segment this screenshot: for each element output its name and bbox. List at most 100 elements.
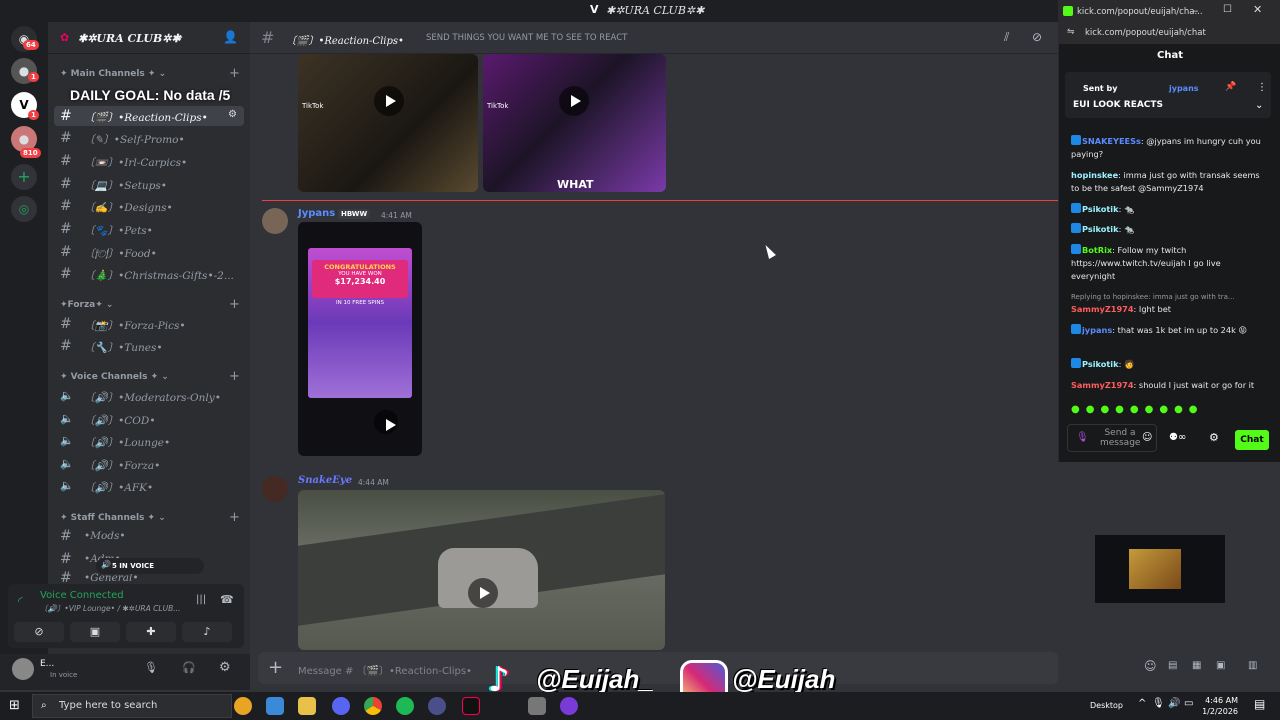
taskbar-clock[interactable]: 4:46 AM 1/2/2026: [1196, 695, 1238, 717]
pin-icon[interactable]: 📌: [1225, 82, 1236, 92]
discover-icon[interactable]: ◎: [11, 196, 37, 222]
user-settings-gear-icon[interactable]: ⚙: [219, 660, 231, 675]
video-attachment[interactable]: TikTok: [298, 54, 478, 192]
tray-chevron-icon[interactable]: ^: [1138, 698, 1146, 709]
disconnect-icon[interactable]: ☎: [220, 593, 234, 606]
kick-url[interactable]: kick.com/popout/euijah/chat: [1085, 28, 1206, 38]
stream-preview-thumbnail[interactable]: [1094, 534, 1226, 604]
create-channel-icon[interactable]: +: [229, 510, 240, 525]
discord-taskbar-icon[interactable]: [332, 697, 350, 715]
message-composer[interactable]: + Message # 〔🎬〕•Reaction-Clips• ☺ ▤ ▦ ▣ …: [258, 652, 1257, 684]
create-channel-icon[interactable]: +: [229, 297, 240, 312]
channel-designs[interactable]: # 〔✍〕•Designs•: [54, 196, 244, 216]
microphone-icon[interactable]: 🎙: [1152, 698, 1165, 709]
chat-username[interactable]: SammyZ1974: [1071, 304, 1134, 314]
settings-gear-icon[interactable]: ⚙: [228, 109, 237, 120]
channel-self-promo[interactable]: # 〔✎〕•Self-Promo•: [54, 128, 244, 148]
add-server-icon[interactable]: +: [11, 164, 37, 190]
play-button[interactable]: [468, 578, 498, 608]
channel-christmas-gifts[interactable]: # 〔🎄〕•Christmas-Gifts•-2...: [54, 264, 244, 284]
channel-mods[interactable]: # •Mods•: [54, 526, 244, 546]
category-main[interactable]: ✦ Main Channels ✦ ⌄: [60, 69, 166, 79]
apps-icon[interactable]: ▥: [1248, 660, 1257, 671]
create-channel-icon[interactable]: +: [229, 369, 240, 384]
emoji-icon[interactable]: ☺: [1142, 432, 1152, 443]
soundboard-button[interactable]: ♪: [182, 622, 232, 642]
app-icon[interactable]: [428, 697, 446, 715]
desktop-toolbar[interactable]: Desktop: [1090, 701, 1123, 710]
tiktok-taskbar-icon[interactable]: [462, 697, 480, 715]
category-forza[interactable]: ✦Forza✦ ⌄: [60, 300, 113, 310]
emote-bar[interactable]: ●●●●●●●●●: [1071, 404, 1271, 418]
message-input[interactable]: Message # 〔🎬〕•Reaction-Clips•: [298, 662, 472, 677]
video-attachment[interactable]: TikTok WHAT: [483, 54, 666, 192]
app-icon[interactable]: [560, 697, 578, 715]
play-button[interactable]: [374, 86, 404, 116]
category-staff[interactable]: ✦ Staff Channels ✦ ⌄: [60, 513, 166, 523]
pinned-message[interactable]: Sent by jypans 📌 ⋮ EUI LOOK REACTS ⌄: [1065, 72, 1271, 118]
notification-icon[interactable]: ▤: [1254, 697, 1265, 711]
headphones-icon[interactable]: 🎧: [182, 661, 196, 674]
volume-icon[interactable]: 🔊: [1168, 698, 1180, 709]
voice-channel-afk[interactable]: 🔈 〔🔊〕•AFK•: [54, 476, 244, 496]
voice-channel-moderators[interactable]: 🔈 〔🔊〕•Moderators-Only•: [54, 386, 244, 406]
sticker-icon[interactable]: ▦: [1192, 660, 1201, 671]
image-icon[interactable]: ▣: [1216, 660, 1225, 671]
more-options-icon[interactable]: ⋮: [1257, 82, 1267, 93]
chat-username[interactable]: Psikotik: [1082, 359, 1119, 369]
chat-username[interactable]: BotRix: [1082, 245, 1112, 255]
channel-forza-pics[interactable]: # 〔📸〕•Forza-Pics•: [54, 314, 244, 334]
emoji-icon[interactable]: ☺: [1144, 659, 1157, 673]
voice-location[interactable]: 〔🔊〕•VIP Lounge• / ✱✲URA CLUB...: [40, 603, 180, 614]
windows-start-icon[interactable]: ⊞: [9, 698, 20, 713]
channel-topic[interactable]: SEND THINGS YOU WANT ME TO SEE TO REACT: [426, 33, 627, 43]
server-header[interactable]: ✿ ✱✲URA CLUB✲✱ ⌄ 👤: [48, 22, 250, 54]
play-button[interactable]: [374, 410, 398, 434]
microphone-icon[interactable]: 🎙: [144, 661, 158, 674]
chevron-down-icon[interactable]: ⌄: [1255, 100, 1263, 111]
message-author[interactable]: SnakeEye: [298, 475, 352, 486]
chat-username[interactable]: hopinskee: [1071, 170, 1118, 180]
channel-pets[interactable]: # 〔🐾〕•Pets•: [54, 219, 244, 239]
file-explorer-icon[interactable]: [298, 697, 316, 715]
message-author[interactable]: Jypans: [298, 208, 335, 219]
camera-off-button[interactable]: ⊘: [14, 622, 64, 642]
video-attachment[interactable]: [298, 490, 665, 650]
site-info-icon[interactable]: ⇋: [1067, 27, 1075, 37]
app-icon[interactable]: [266, 697, 284, 715]
chat-username[interactable]: Psikotik: [1082, 204, 1119, 214]
taskbar-search[interactable]: ⌕ Type here to search: [32, 694, 232, 718]
network-icon[interactable]: ▭: [1184, 698, 1193, 709]
screen-share-button[interactable]: ▣: [70, 622, 120, 642]
image-attachment[interactable]: CONGRATULATIONS YOU HAVE WON $17,234.40 …: [298, 222, 422, 456]
channel-reaction-clips[interactable]: # 〔🎬〕•Reaction-Clips• ⚙: [54, 106, 244, 126]
chat-send-button[interactable]: Chat: [1235, 430, 1269, 450]
threads-icon[interactable]: ⫽: [1004, 30, 1009, 45]
attach-plus-icon[interactable]: +: [268, 657, 283, 678]
maximize-icon[interactable]: ☐: [1223, 4, 1232, 15]
create-channel-icon[interactable]: +: [229, 66, 240, 81]
chat-username[interactable]: SNAKEYEESs: [1082, 136, 1141, 146]
play-button[interactable]: [559, 86, 589, 116]
chat-username[interactable]: Psikotik: [1082, 224, 1119, 234]
chrome-icon[interactable]: [364, 697, 382, 715]
voice-channel-lounge[interactable]: 🔈 〔🔊〕•Lounge•: [54, 431, 244, 451]
chat-settings-gear-icon[interactable]: ⚙: [1209, 431, 1219, 444]
channel-irl-carpics[interactable]: # 〔📼〕•Irl-Carpics•: [54, 151, 244, 171]
channel-setups[interactable]: # 〔💻〕•Setups•: [54, 174, 244, 194]
channel-tunes[interactable]: # 〔🔧〕•Tunes•: [54, 336, 244, 356]
voice-channel-cod[interactable]: 🔈 〔🔊〕•COD•: [54, 409, 244, 429]
minimize-icon[interactable]: –: [1193, 4, 1199, 17]
close-icon[interactable]: ✕: [1253, 3, 1262, 16]
category-voice[interactable]: ✦ Voice Channels ✦ ⌄: [60, 372, 169, 382]
chat-username[interactable]: jypans: [1082, 325, 1112, 335]
noise-suppression-icon[interactable]: |||: [196, 594, 206, 605]
voice-connected-label[interactable]: Voice Connected: [40, 590, 124, 601]
notifications-off-icon[interactable]: ⊘: [1032, 30, 1042, 44]
avatar[interactable]: [262, 476, 288, 502]
microphone-icon[interactable]: 🎙: [1076, 432, 1089, 443]
channel-food[interactable]: # 〔🍽〕•Food•: [54, 242, 244, 262]
gif-icon[interactable]: ▤: [1168, 660, 1177, 671]
activities-button[interactable]: ✚: [126, 622, 176, 642]
avatar[interactable]: [12, 658, 34, 680]
